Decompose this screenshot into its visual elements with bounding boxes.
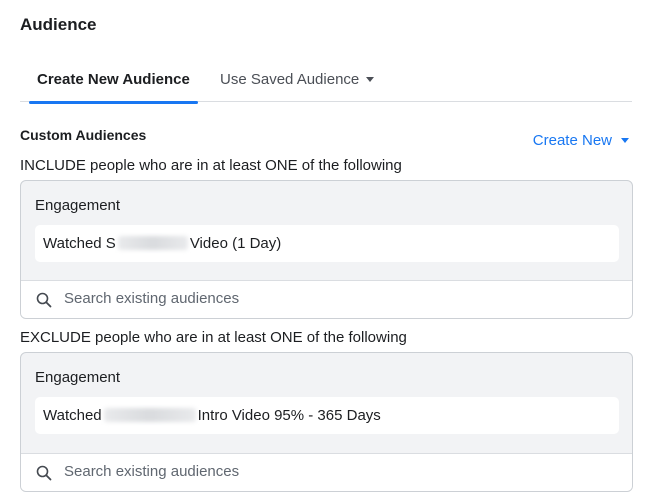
create-new-label: Create New — [532, 132, 612, 149]
include-search-row — [21, 280, 632, 318]
redacted-text — [117, 236, 188, 250]
create-new-button[interactable]: Create New — [533, 132, 629, 149]
tab-use-saved-audience[interactable]: Use Saved Audience — [220, 71, 375, 88]
caret-down-icon — [366, 77, 375, 82]
exclude-group-label: Engagement — [35, 369, 121, 386]
caret-down-icon — [621, 138, 629, 143]
audience-tabs: Create New Audience Use Saved Audience — [20, 60, 632, 104]
include-group-label: Engagement — [35, 197, 121, 214]
include-audience-chip[interactable]: Watched S Video (1 Day) — [35, 225, 619, 262]
include-audience-name-prefix: Watched S — [43, 235, 116, 252]
exclude-audience-group: Engagement Watched Intro Video 95% - 365 … — [20, 352, 633, 492]
exclude-rule-text: EXCLUDE people who are in at least ONE o… — [20, 329, 407, 346]
exclude-search-input[interactable] — [64, 463, 604, 480]
custom-audiences-label: Custom Audiences — [20, 127, 147, 143]
exclude-audience-name-prefix: Watched — [43, 407, 102, 424]
tab-create-new-audience[interactable]: Create New Audience — [29, 71, 198, 104]
include-audience-name-suffix: Video (1 Day) — [189, 235, 282, 252]
page-title: Audience — [20, 15, 97, 34]
include-search-input[interactable] — [64, 290, 604, 307]
search-icon — [36, 465, 52, 481]
exclude-audience-name-suffix: Intro Video 95% - 365 Days — [197, 407, 381, 424]
redacted-text — [103, 408, 196, 422]
exclude-search-row — [21, 453, 632, 491]
search-icon — [36, 292, 52, 308]
include-rule-text: INCLUDE people who are in at least ONE o… — [20, 157, 402, 174]
include-audience-group: Engagement Watched S Video (1 Day) — [20, 180, 633, 319]
exclude-audience-chip[interactable]: Watched Intro Video 95% - 365 Days — [35, 397, 619, 434]
tab-use-saved-audience-label: Use Saved Audience — [220, 71, 360, 88]
